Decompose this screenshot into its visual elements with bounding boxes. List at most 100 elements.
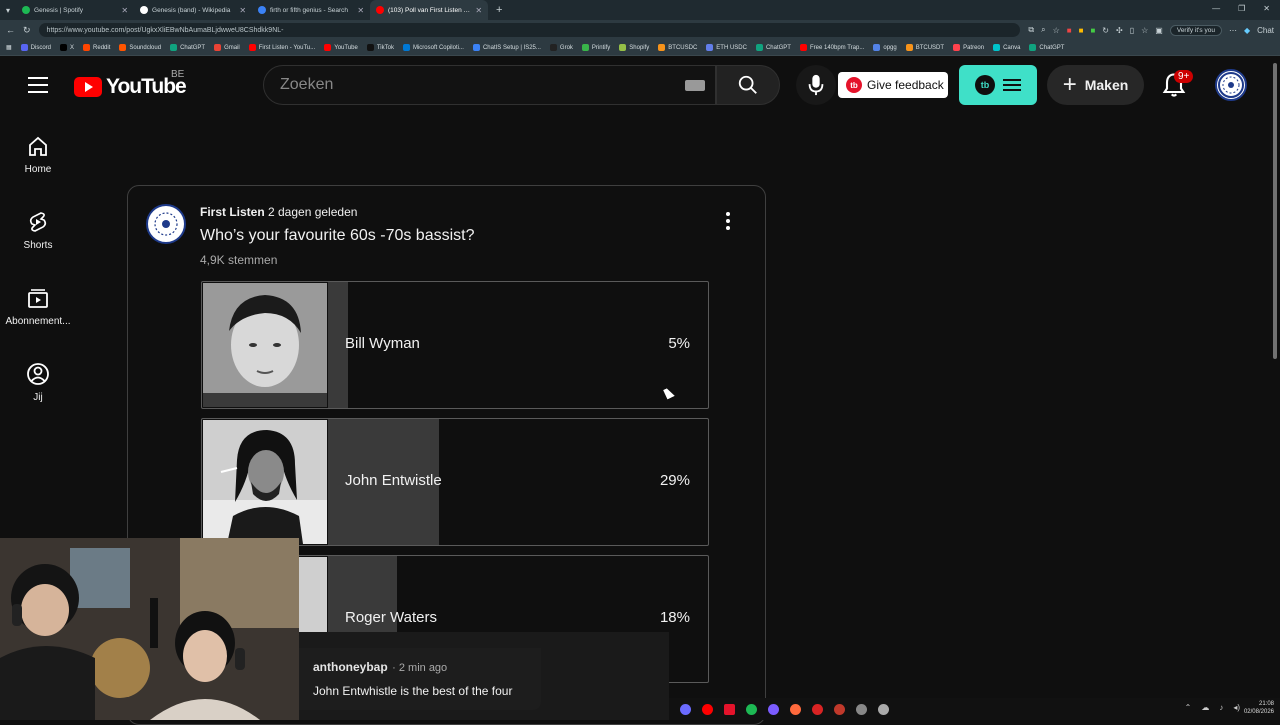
bookmark-item[interactable]: BTCUSDC <box>658 44 697 51</box>
app-icon[interactable] <box>856 703 867 715</box>
bookmark-label: Discord <box>30 44 52 51</box>
menu-icon[interactable] <box>28 77 48 93</box>
volume-icon[interactable]: ◂) <box>1233 703 1240 712</box>
chevron-up-icon[interactable]: ⌃ <box>1185 703 1192 712</box>
clock[interactable]: 21:08 02/08/2026 <box>1244 700 1274 716</box>
bookmark-item[interactable]: Discord <box>20 44 52 51</box>
bookmark-item[interactable]: Microsoft Copiloti... <box>402 44 464 51</box>
tab-list-icon[interactable]: ▾ <box>6 6 10 15</box>
extension-icon[interactable]: ■ <box>1079 26 1084 35</box>
browser-tab[interactable]: Genesis (band) - Wikipedia ✕ <box>134 0 252 20</box>
sidebar-item-home[interactable]: Home <box>0 134 76 175</box>
bookmark-item[interactable]: TikTok <box>366 44 394 51</box>
bookmark-item[interactable]: Reddit <box>83 44 110 51</box>
channel-avatar[interactable] <box>146 204 186 244</box>
bookmark-item[interactable]: First Listen - YouTu... <box>248 44 315 51</box>
star-icon[interactable]: ☆ <box>1053 26 1060 35</box>
youtube-app-icon[interactable] <box>702 703 713 715</box>
voice-search-button[interactable] <box>796 65 836 105</box>
close-tab-icon[interactable]: ✕ <box>121 6 128 15</box>
copilot-icon[interactable]: ◆ <box>1244 26 1250 35</box>
sidebar-item-subscriptions[interactable]: Abonnement... <box>0 286 76 327</box>
extension-icon[interactable]: ■ <box>1067 26 1072 35</box>
extension-menu-button[interactable]: tb <box>959 65 1037 105</box>
bookmark-item[interactable]: Grok <box>549 44 573 51</box>
browser-tab[interactable]: Genesis | Spotify ✕ <box>16 0 134 20</box>
bookmark-item[interactable]: ChatGPT <box>170 44 205 51</box>
create-button[interactable]: + Maken <box>1047 65 1144 105</box>
bookmark-favicon-icon <box>248 44 256 51</box>
bookmark-item[interactable]: Canva <box>993 44 1020 51</box>
app-icon[interactable] <box>768 703 779 715</box>
close-window-icon[interactable]: ✕ <box>1263 4 1270 13</box>
browser-tab[interactable]: firth or fifth genius - Search ✕ <box>252 0 370 20</box>
collections-icon[interactable]: ▣ <box>1155 26 1163 35</box>
keyboard-icon[interactable] <box>685 80 705 91</box>
bookmark-label: ChatGPT <box>765 44 791 51</box>
refresh-ext-icon[interactable]: ↻ <box>1102 26 1109 35</box>
app-icon[interactable] <box>812 703 823 715</box>
bookmark-item[interactable]: Gmail <box>214 44 240 51</box>
search-button[interactable] <box>716 65 780 105</box>
extensions-puzzle-icon[interactable]: ✣ <box>1116 26 1123 35</box>
youtube-logo[interactable]: YouTube <box>74 75 187 99</box>
mic-tray-icon[interactable]: ♪ <box>1219 703 1223 712</box>
extension-icon[interactable]: ■ <box>1090 26 1095 35</box>
new-tab-icon[interactable]: + <box>496 4 502 16</box>
sidebar-item-you[interactable]: Jij <box>0 362 76 403</box>
more-options-icon[interactable] <box>726 212 730 233</box>
bookmark-item[interactable]: YouTube <box>324 44 358 51</box>
cloud-icon[interactable]: ☁ <box>1201 703 1209 712</box>
bookmark-item[interactable]: Shopify <box>619 44 649 51</box>
bookmark-item[interactable]: Free 140bpm Trap... <box>799 44 864 51</box>
give-feedback-button[interactable]: tb Give feedback <box>838 72 948 98</box>
install-icon[interactable]: ⧉ <box>1028 25 1034 35</box>
browser-tab-active[interactable]: (103) Poll van First Listen - YouTub ✕ <box>370 0 489 20</box>
bookmark-item[interactable]: ChatGPT <box>1029 44 1064 51</box>
bookmark-item[interactable]: BTCUSDT <box>905 44 944 51</box>
scrollbar-thumb[interactable] <box>1273 63 1277 359</box>
back-icon[interactable]: ← <box>6 25 15 35</box>
channel-name[interactable]: First Listen <box>200 205 265 219</box>
reload-icon[interactable]: ↻ <box>23 25 31 36</box>
post-time[interactable]: 2 dagen geleden <box>268 205 357 219</box>
app-icon[interactable] <box>724 703 735 715</box>
more-icon[interactable]: ⋯ <box>1229 26 1237 35</box>
close-tab-icon[interactable]: ✕ <box>475 6 482 15</box>
bookmark-label: X <box>70 44 75 51</box>
settings-icon[interactable] <box>878 703 889 715</box>
youtube-play-icon <box>74 77 102 97</box>
minimize-icon[interactable]: — <box>1212 4 1220 13</box>
search-input[interactable] <box>280 76 660 94</box>
sidebar-item-label: Home <box>24 164 52 175</box>
bookmark-item[interactable]: ChatIS Setup | IS25... <box>472 44 541 51</box>
verify-profile-button[interactable]: Verify it's you <box>1169 24 1222 36</box>
scrollbar[interactable] <box>1270 57 1280 698</box>
spotify-icon[interactable] <box>746 703 757 715</box>
close-tab-icon[interactable]: ✕ <box>239 6 246 15</box>
url-field[interactable]: https://www.youtube.com/post/UgkxXliEBwN… <box>38 23 1021 37</box>
poll-option[interactable]: John Entwistle 29% <box>201 418 709 546</box>
bookmark-item[interactable]: ETH USDC <box>706 44 747 51</box>
close-tab-icon[interactable]: ✕ <box>357 6 364 15</box>
chat-label[interactable]: Chat <box>1257 26 1274 35</box>
app-icon[interactable] <box>680 703 691 715</box>
app-icon[interactable] <box>834 703 845 715</box>
split-icon[interactable]: ▯ <box>1130 26 1134 35</box>
zoom-icon[interactable]: ⌕ <box>1041 25 1045 35</box>
app-icon[interactable] <box>790 703 801 715</box>
you-icon <box>27 363 49 385</box>
bookmark-item[interactable]: ChatGPT <box>755 44 791 51</box>
bookmark-item[interactable]: opgg <box>873 44 897 51</box>
maximize-icon[interactable]: ❐ <box>1238 4 1245 13</box>
bookmark-label: Soundcloud <box>129 44 162 51</box>
bookmark-item[interactable]: Soundcloud <box>119 44 161 51</box>
bookmark-item[interactable]: Printify <box>581 44 610 51</box>
avatar[interactable] <box>1215 69 1247 101</box>
bookmark-item[interactable]: X <box>60 44 74 51</box>
sidebar-item-shorts[interactable]: Shorts <box>0 210 76 251</box>
poll-option[interactable]: Bill Wyman 5% <box>201 281 709 409</box>
favorites-icon[interactable]: ☆ <box>1141 26 1148 35</box>
apps-icon[interactable]: ▦ <box>6 44 12 51</box>
bookmark-item[interactable]: Patreon <box>953 44 984 51</box>
